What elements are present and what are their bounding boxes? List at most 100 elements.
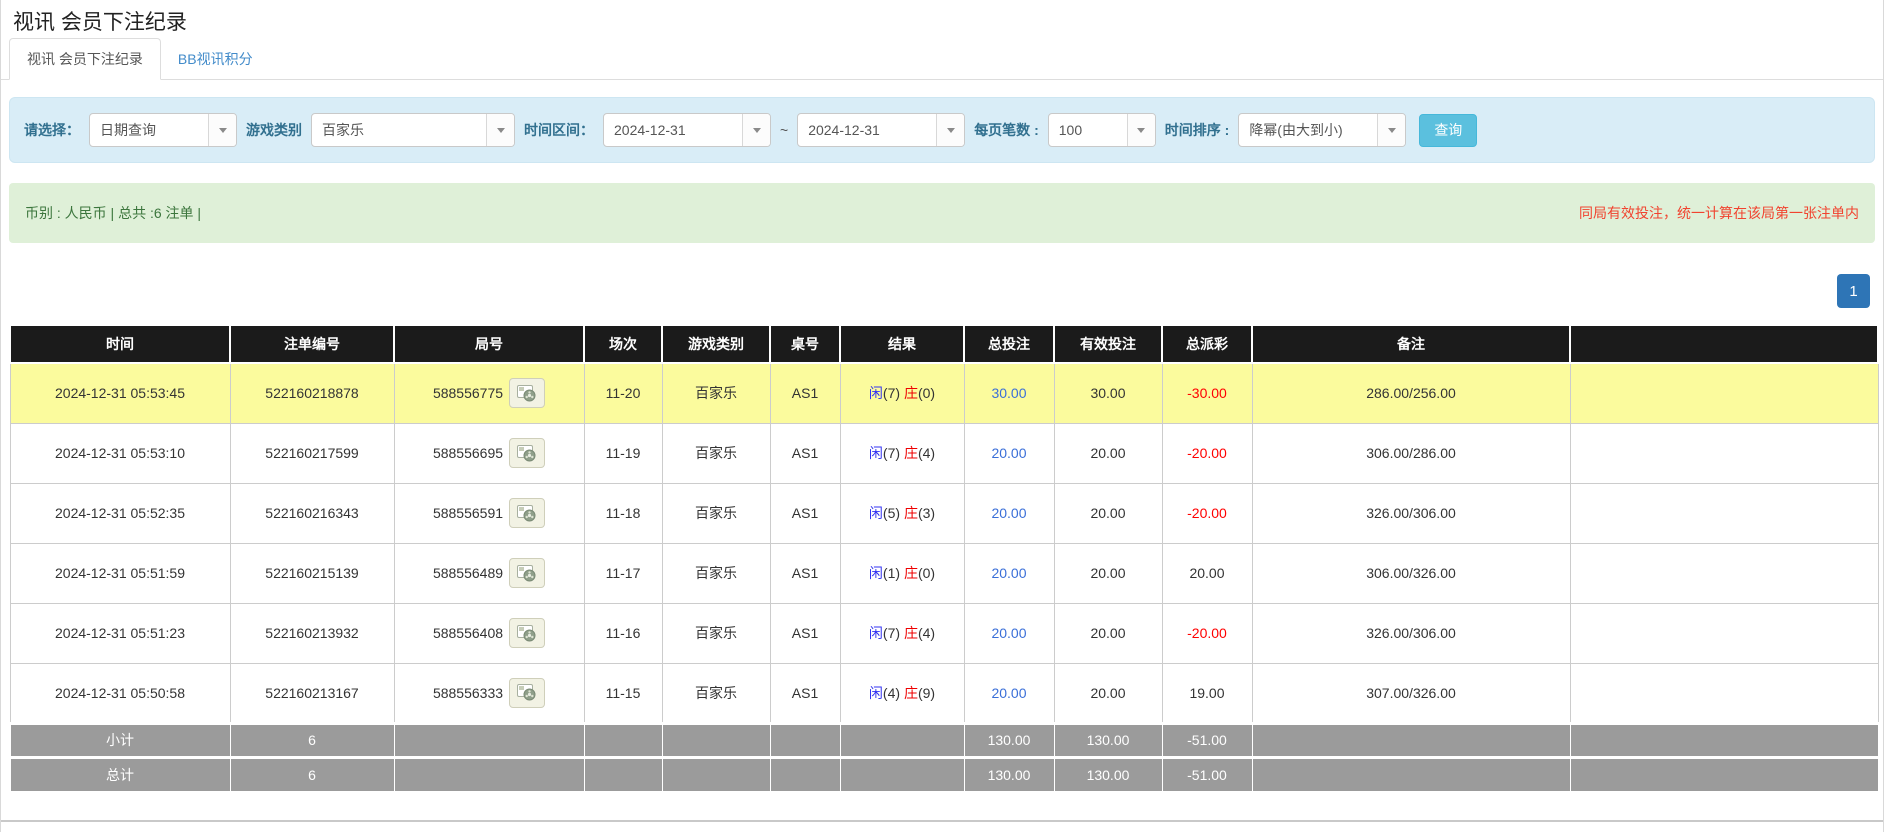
game-category-dropdown-button[interactable] bbox=[486, 114, 514, 146]
per-page-label: 每页笔数 : bbox=[974, 120, 1039, 140]
game-category-select[interactable]: 百家乐 bbox=[311, 113, 515, 147]
date-from-dropdown-button[interactable] bbox=[742, 114, 770, 146]
tab-betting-records[interactable]: 视讯 会员下注纪录 bbox=[9, 38, 161, 80]
remark-cell: 326.00/306.00 bbox=[1252, 483, 1570, 543]
per-page-dropdown-button[interactable] bbox=[1127, 114, 1155, 146]
empty-cell bbox=[1570, 663, 1878, 723]
choose-label: 请选择： bbox=[24, 120, 80, 140]
subtotal-label: 小计 bbox=[10, 723, 230, 757]
video-replay-button[interactable] bbox=[509, 498, 545, 528]
header-valid-bet: 有效投注 bbox=[1054, 325, 1162, 363]
subtotal-empty bbox=[840, 723, 964, 757]
total-bet-link[interactable]: 20.00 bbox=[991, 445, 1026, 461]
page-1-button[interactable]: 1 bbox=[1837, 274, 1870, 308]
header-round-no: 局号 bbox=[394, 325, 584, 363]
time-cell: 2024-12-31 05:51:23 bbox=[10, 603, 230, 663]
session-cell: 11-15 bbox=[584, 663, 662, 723]
payout-cell: 19.00 bbox=[1162, 663, 1252, 723]
total-bet-cell: 20.00 bbox=[964, 543, 1054, 603]
bet-no-cell: 522160215139 bbox=[230, 543, 394, 603]
header-empty bbox=[1570, 325, 1878, 363]
round-no-cell: 588556775 bbox=[394, 363, 584, 423]
date-from-value[interactable]: 2024-12-31 bbox=[604, 114, 742, 146]
tilde-separator: ~ bbox=[780, 122, 788, 138]
subtotal-empty bbox=[1252, 723, 1570, 757]
per-page-select[interactable]: 100 bbox=[1048, 113, 1156, 147]
pagination: 1 bbox=[14, 274, 1870, 308]
total-bet-cell: 20.00 bbox=[964, 663, 1054, 723]
bet-no-cell: 522160218878 bbox=[230, 363, 394, 423]
total-bet-link[interactable]: 20.00 bbox=[991, 625, 1026, 641]
subtotal-empty bbox=[662, 723, 770, 757]
tab-bb-video-points[interactable]: BB视讯积分 bbox=[161, 39, 270, 79]
game-cell: 百家乐 bbox=[662, 363, 770, 423]
valid-bet-notice: 同局有效投注，统一计算在该局第一张注单内 bbox=[1579, 203, 1859, 223]
per-page-value[interactable]: 100 bbox=[1049, 114, 1127, 146]
player-result-label: 闲 bbox=[869, 625, 883, 641]
round-no: 588556333 bbox=[433, 685, 503, 701]
remark-cell: 306.00/326.00 bbox=[1252, 543, 1570, 603]
total-total-bet: 130.00 bbox=[964, 757, 1054, 791]
total-bet-link[interactable]: 20.00 bbox=[991, 685, 1026, 701]
player-score: (7) bbox=[883, 385, 900, 401]
player-result-label: 闲 bbox=[869, 685, 883, 701]
sort-order-value[interactable]: 降幂(由大到小) bbox=[1239, 114, 1377, 146]
header-session: 场次 bbox=[584, 325, 662, 363]
empty-cell bbox=[1570, 483, 1878, 543]
table-no-cell: AS1 bbox=[770, 483, 840, 543]
total-bet-link[interactable]: 20.00 bbox=[991, 505, 1026, 521]
search-button[interactable]: 查询 bbox=[1419, 114, 1477, 147]
film-icon bbox=[517, 445, 537, 462]
session-cell: 11-19 bbox=[584, 423, 662, 483]
date-to-select[interactable]: 2024-12-31 bbox=[797, 113, 965, 147]
header-time: 时间 bbox=[10, 325, 230, 363]
bet-no-cell: 522160217599 bbox=[230, 423, 394, 483]
banker-score: (4) bbox=[918, 625, 935, 641]
date-to-dropdown-button[interactable] bbox=[936, 114, 964, 146]
total-empty bbox=[1570, 757, 1878, 791]
date-to-value[interactable]: 2024-12-31 bbox=[798, 114, 936, 146]
round-no: 588556775 bbox=[433, 385, 503, 401]
video-replay-button[interactable] bbox=[509, 678, 545, 708]
video-replay-button[interactable] bbox=[509, 558, 545, 588]
video-replay-button[interactable] bbox=[509, 618, 545, 648]
total-empty bbox=[584, 757, 662, 791]
total-empty bbox=[394, 757, 584, 791]
game-cell: 百家乐 bbox=[662, 663, 770, 723]
valid-bet-cell: 20.00 bbox=[1054, 603, 1162, 663]
game-category-value[interactable]: 百家乐 bbox=[312, 114, 486, 146]
total-count: 6 bbox=[230, 757, 394, 791]
sort-order-select[interactable]: 降幂(由大到小) bbox=[1238, 113, 1406, 147]
table-row: 2024-12-31 05:51:23 522160213932 5885564… bbox=[10, 603, 1878, 663]
query-type-value[interactable]: 日期查询 bbox=[90, 114, 208, 146]
query-type-select[interactable]: 日期查询 bbox=[89, 113, 237, 147]
chevron-down-icon bbox=[219, 128, 227, 133]
result-cell: 闲(1) 庄(0) bbox=[840, 543, 964, 603]
subtotal-empty bbox=[394, 723, 584, 757]
total-bet-link[interactable]: 20.00 bbox=[991, 565, 1026, 581]
game-cell: 百家乐 bbox=[662, 543, 770, 603]
session-cell: 11-20 bbox=[584, 363, 662, 423]
valid-bet-cell: 20.00 bbox=[1054, 423, 1162, 483]
session-cell: 11-17 bbox=[584, 543, 662, 603]
date-from-select[interactable]: 2024-12-31 bbox=[603, 113, 771, 147]
total-payout: -51.00 bbox=[1162, 757, 1252, 791]
player-result-label: 闲 bbox=[869, 445, 883, 461]
banker-result-label: 庄 bbox=[904, 505, 918, 521]
query-type-dropdown-button[interactable] bbox=[208, 114, 236, 146]
remark-cell: 307.00/326.00 bbox=[1252, 663, 1570, 723]
table-row: 2024-12-31 05:52:35 522160216343 5885565… bbox=[10, 483, 1878, 543]
time-range-label: 时间区间： bbox=[524, 120, 594, 140]
video-replay-button[interactable] bbox=[509, 378, 545, 408]
valid-bet-cell: 30.00 bbox=[1054, 363, 1162, 423]
total-valid-bet: 130.00 bbox=[1054, 757, 1162, 791]
subtotal-payout: -51.00 bbox=[1162, 723, 1252, 757]
banker-score: (0) bbox=[918, 385, 935, 401]
remark-cell: 306.00/286.00 bbox=[1252, 423, 1570, 483]
total-bet-link[interactable]: 30.00 bbox=[991, 385, 1026, 401]
time-cell: 2024-12-31 05:53:10 bbox=[10, 423, 230, 483]
total-row: 总计 6 130.00 130.00 -51.00 bbox=[10, 757, 1878, 791]
video-replay-button[interactable] bbox=[509, 438, 545, 468]
sort-order-dropdown-button[interactable] bbox=[1377, 114, 1405, 146]
header-total-bet: 总投注 bbox=[964, 325, 1054, 363]
